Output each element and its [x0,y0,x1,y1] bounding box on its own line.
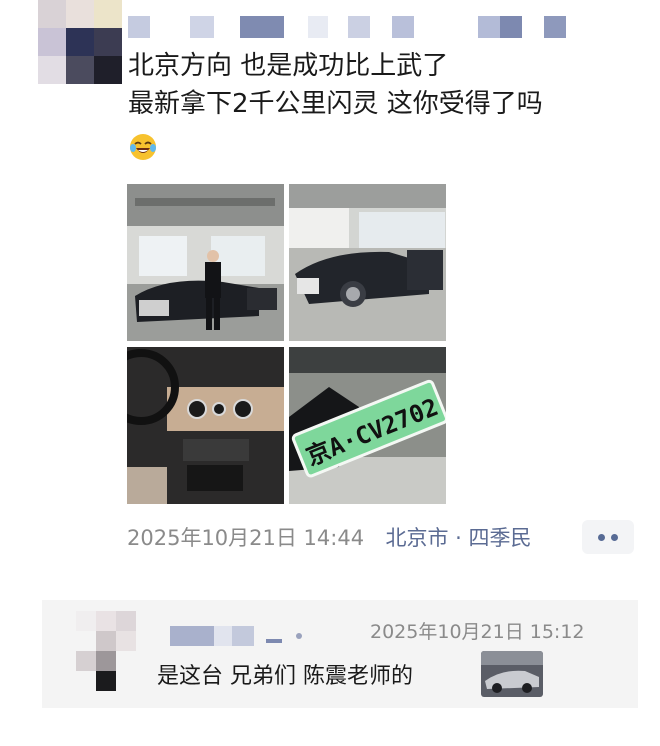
commenter-name[interactable] [170,626,302,646]
author-name[interactable] [128,16,566,40]
laughing-tears-emoji-icon [130,134,156,160]
photo-3[interactable] [127,347,284,504]
author-avatar[interactable] [38,0,122,84]
comment-text: 是这台 兄弟们 陈震老师的 [157,664,413,689]
more-actions-button[interactable] [582,520,634,554]
post-text-line-1: 北京方向 也是成功比上武了 [128,51,449,81]
comment-time: 2025年10月21日 15:12 [370,621,585,643]
photo-4[interactable]: 京A·CV2702 [289,347,446,504]
photo-2[interactable] [289,184,446,341]
photo-1[interactable] [127,184,284,341]
post-text-line-2: 最新拿下2千公里闪灵 这你受得了吗 [128,89,543,119]
comment-car-thumbnail[interactable] [481,651,543,697]
commenter-avatar[interactable] [76,611,136,691]
post-text: 北京方向 也是成功比上武了 最新拿下2千公里闪灵 这你受得了吗 [128,47,543,123]
photo-grid: 京A·CV2702 [127,184,447,504]
more-dot [611,533,618,541]
post-meta: 2025年10月21日 14:44 北京市 · 四季民 [127,522,532,552]
more-dot [598,533,605,541]
post-location[interactable]: 北京市 · 四季民 [385,526,531,550]
post-time: 2025年10月21日 14:44 [127,526,365,550]
